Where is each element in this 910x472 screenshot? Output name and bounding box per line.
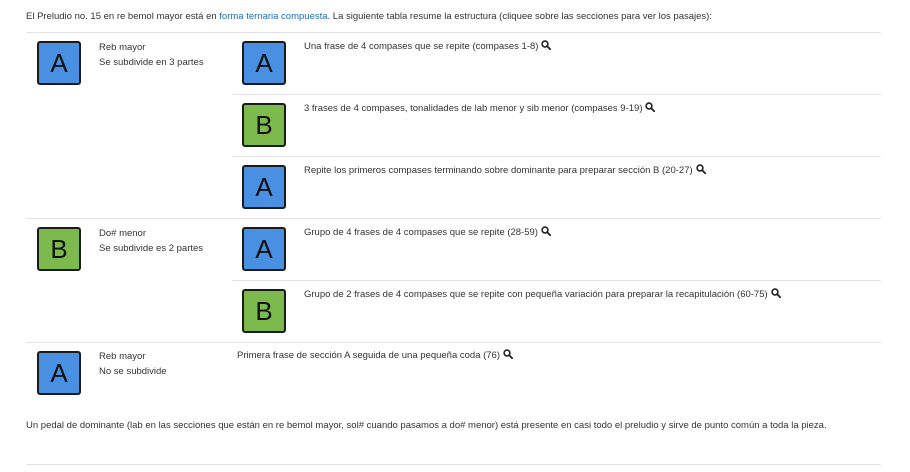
section-key: Reb mayor [99, 351, 146, 362]
row-divider [232, 280, 881, 281]
intro-paragraph: El Preludio no. 15 en re bemol mayor est… [26, 10, 712, 24]
subsection-a-return-description[interactable]: Repite los primeros compases terminando … [304, 164, 706, 178]
section-note: No se subdivide [99, 366, 167, 377]
form-link[interactable]: forma ternaria compuesta [219, 11, 327, 22]
section-note: Se subdivide en 3 partes [99, 57, 204, 68]
search-icon[interactable] [503, 349, 514, 359]
search-icon[interactable] [695, 164, 706, 174]
subsection-a-return-box[interactable]: A [242, 165, 286, 209]
section-a-box[interactable]: A [37, 41, 81, 85]
section-b-info: Do# menor Se subdivide es 2 partes [99, 226, 203, 256]
search-icon[interactable] [541, 40, 552, 50]
subsection-b-description[interactable]: 3 frases de 4 compases, tonalidades de l… [304, 102, 656, 116]
section-divider [26, 218, 881, 219]
section-note: Se subdivide es 2 partes [99, 243, 204, 254]
subsection-b-description[interactable]: Grupo de 2 frases de 4 compases que se r… [304, 288, 781, 302]
row-divider [232, 94, 881, 95]
section-a-recap-info: Reb mayor No se subdivide [99, 349, 167, 379]
table-top-divider [26, 32, 881, 33]
search-icon[interactable] [645, 102, 656, 112]
subsection-b-box[interactable]: B [242, 103, 286, 147]
intro-text-before: El Preludio no. 15 en re bemol mayor est… [26, 11, 220, 22]
subsection-a-box[interactable]: A [242, 227, 286, 271]
outro-paragraph: Un pedal de dominante (lab en las seccio… [26, 420, 827, 431]
subsection-b-box[interactable]: B [242, 289, 286, 333]
section-a-recap-description[interactable]: Primera frase de sección A seguida de un… [237, 349, 514, 363]
section-key: Reb mayor [99, 42, 146, 53]
intro-text-after: . La siguiente tabla resume la estructur… [327, 11, 712, 22]
search-icon[interactable] [541, 226, 551, 236]
section-key: Do# menor [99, 228, 146, 239]
section-b-box[interactable]: B [37, 227, 81, 271]
row-divider [232, 156, 881, 157]
section-divider [26, 342, 881, 343]
subsection-a-description[interactable]: Una frase de 4 compases que se repite (c… [304, 40, 552, 54]
subsection-a-description[interactable]: Grupo de 4 frases de 4 compases que se r… [304, 226, 551, 240]
subsection-a-box[interactable]: A [242, 41, 286, 85]
table-bottom-divider [26, 464, 881, 465]
search-icon[interactable] [770, 288, 781, 298]
section-a-info: Reb mayor Se subdivide en 3 partes [99, 40, 204, 70]
section-a-recap-box[interactable]: A [37, 351, 81, 395]
